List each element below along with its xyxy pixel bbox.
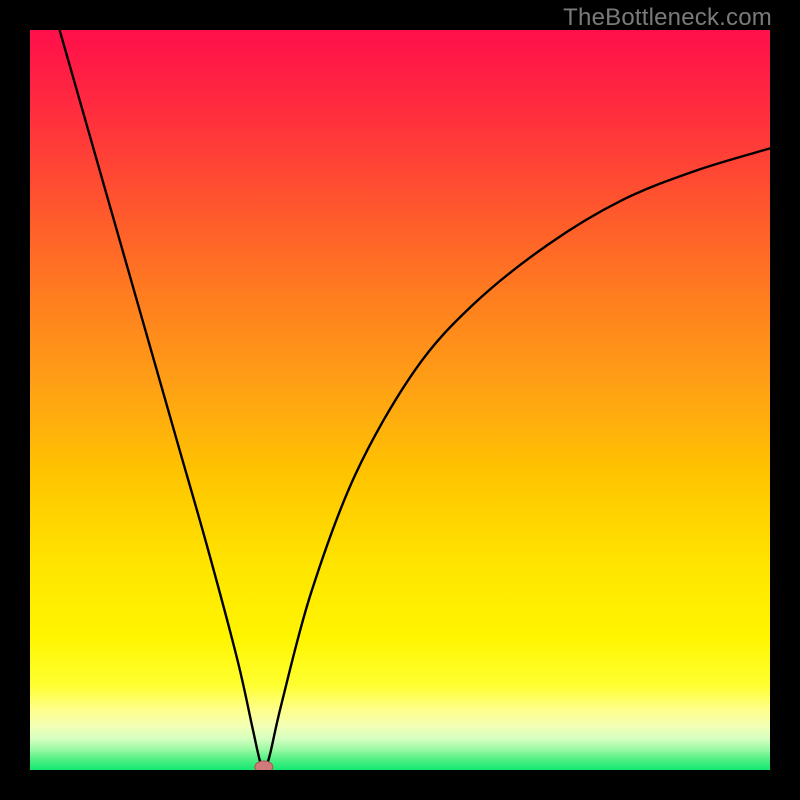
plot-background (30, 30, 770, 770)
minimum-marker (255, 761, 273, 773)
chart-frame: TheBottleneck.com (0, 0, 800, 800)
watermark-text: TheBottleneck.com (563, 4, 772, 32)
bottleneck-chart (0, 0, 800, 800)
